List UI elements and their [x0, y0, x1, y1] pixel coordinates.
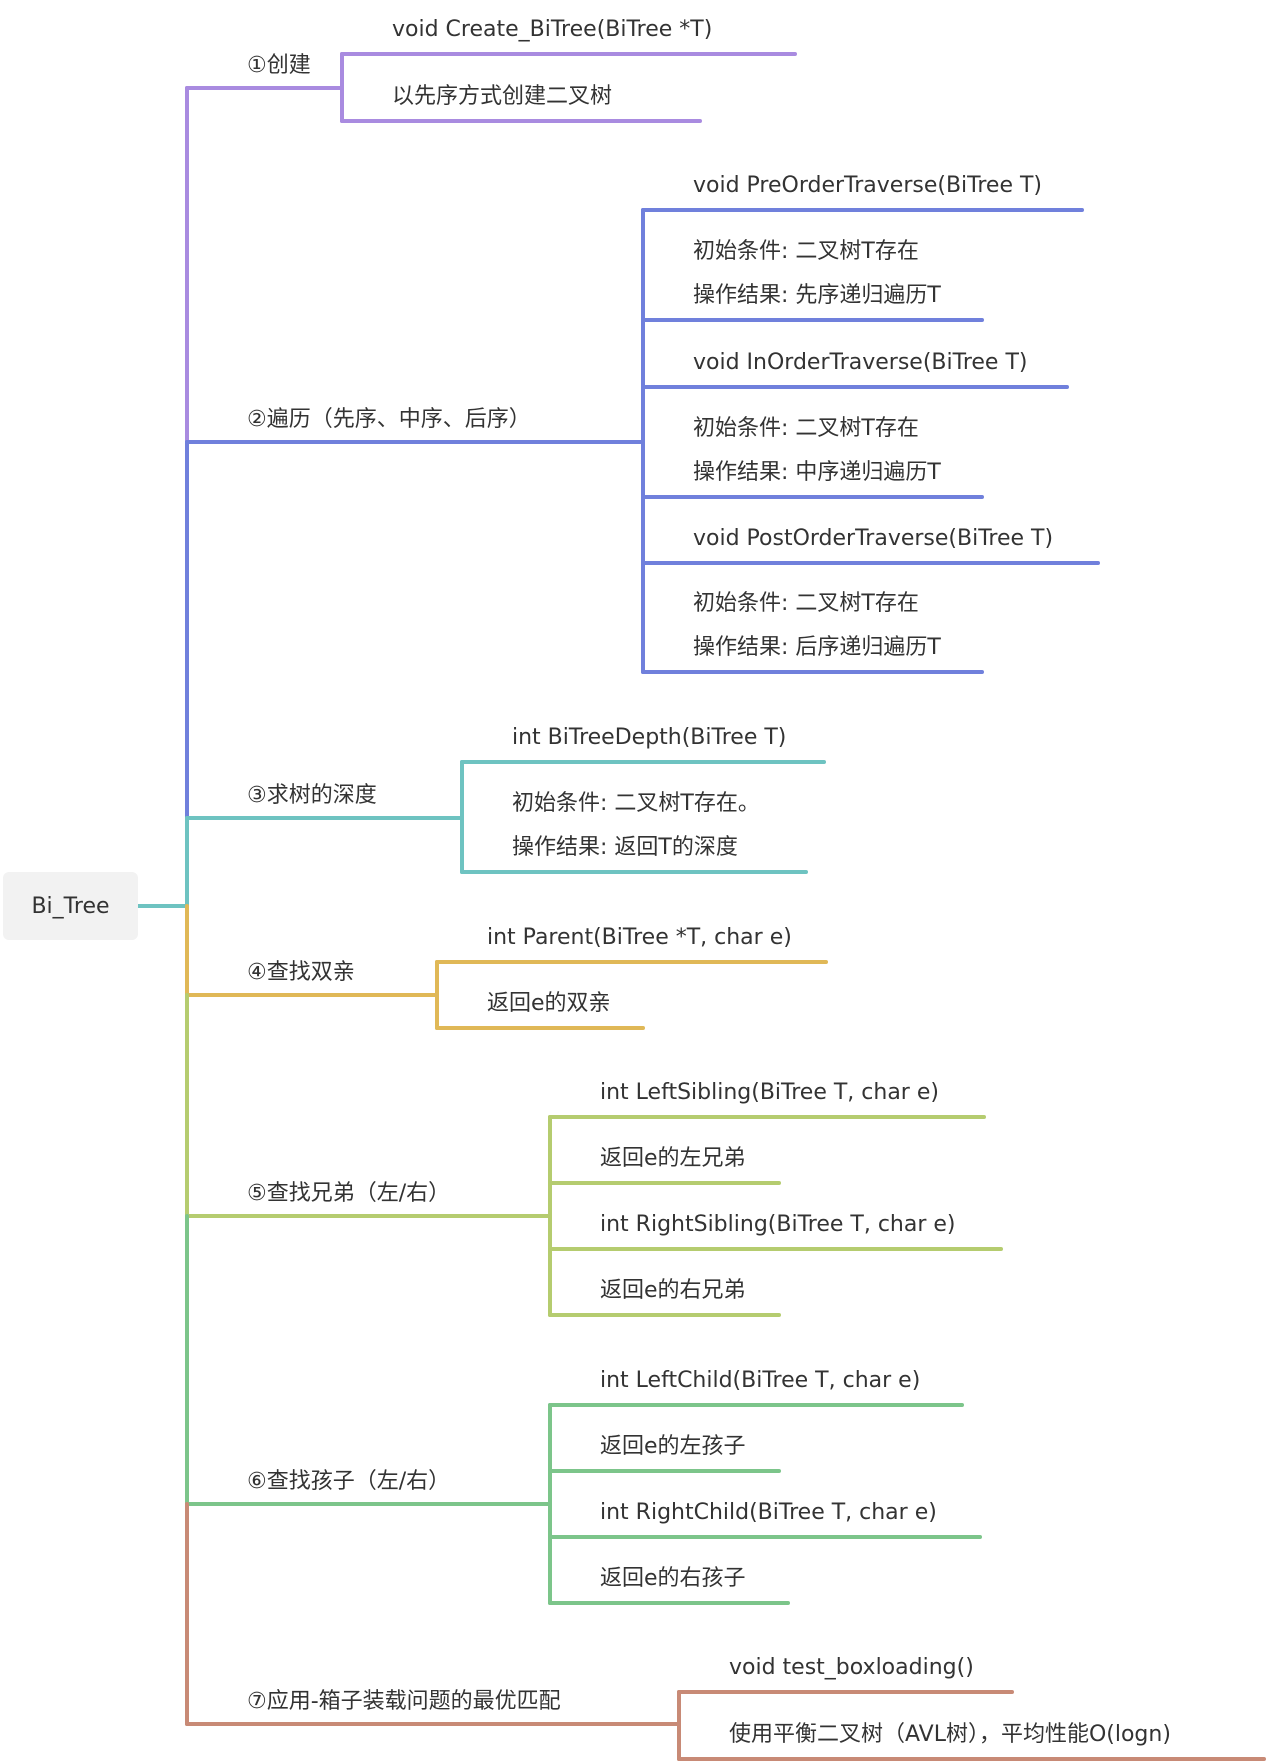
root-node[interactable]: Bi_Tree [3, 872, 138, 940]
branch-label[interactable]: ⑦应用-箱子装载问题的最优匹配 [247, 1688, 561, 1716]
leaf-node-text[interactable]: int LeftSibling(BiTree T, char e) [600, 1071, 939, 1115]
leaf-node-text[interactable]: 以先序方式创建二叉树 [392, 75, 612, 119]
branch-label[interactable]: ②遍历（先序、中序、后序） [247, 406, 531, 434]
branch-label[interactable]: ④查找双亲 [247, 959, 355, 987]
leaf-node-text[interactable]: 返回e的右兄弟 [600, 1269, 746, 1313]
leaf-node-text[interactable]: void Create_BiTree(BiTree *T) [392, 8, 712, 52]
leaf-node-text[interactable]: int RightChild(BiTree T, char e) [600, 1491, 937, 1535]
leaf-node-text[interactable]: void PreOrderTraverse(BiTree T) [693, 164, 1042, 208]
leaf-node-text[interactable]: 操作结果: 中序递归遍历T [693, 451, 941, 495]
leaf-node-text[interactable]: void PostOrderTraverse(BiTree T) [693, 517, 1053, 561]
leaf-node-text[interactable]: 使用平衡二叉树（AVL树），平均性能O(logn) [729, 1713, 1171, 1757]
leaf-node-text[interactable]: 初始条件: 二叉树T存在 [693, 230, 919, 274]
branch-label[interactable]: ⑥查找孩子（左/右） [247, 1468, 450, 1496]
branch-label[interactable]: ③求树的深度 [247, 782, 377, 810]
leaf-node-text[interactable]: int LeftChild(BiTree T, char e) [600, 1359, 920, 1403]
leaf-node-text[interactable]: void test_boxloading() [729, 1646, 974, 1690]
leaf-node-text[interactable]: int Parent(BiTree *T, char e) [487, 916, 792, 960]
leaf-node-text[interactable]: int RightSibling(BiTree T, char e) [600, 1203, 956, 1247]
leaf-node-text[interactable]: 操作结果: 先序递归遍历T [693, 274, 941, 318]
branch-label[interactable]: ①创建 [247, 52, 311, 80]
branch-label[interactable]: ⑤查找兄弟（左/右） [247, 1180, 450, 1208]
leaf-node-text[interactable]: 初始条件: 二叉树T存在。 [512, 782, 760, 826]
leaf-node-text[interactable]: 返回e的双亲 [487, 982, 611, 1026]
leaf-node-text[interactable]: 返回e的左兄弟 [600, 1137, 746, 1181]
leaf-node-text[interactable]: 返回e的左孩子 [600, 1425, 746, 1469]
leaf-node-text[interactable]: 返回e的右孩子 [600, 1557, 746, 1601]
root-node-label: Bi_Tree [31, 893, 110, 919]
leaf-node-text[interactable]: 初始条件: 二叉树T存在 [693, 582, 919, 626]
leaf-node-text[interactable]: 操作结果: 后序递归遍历T [693, 626, 941, 670]
leaf-node-text[interactable]: int BiTreeDepth(BiTree T) [512, 716, 786, 760]
leaf-node-text[interactable]: 操作结果: 返回T的深度 [512, 826, 738, 870]
leaf-node-text[interactable]: 初始条件: 二叉树T存在 [693, 407, 919, 451]
leaf-node-text[interactable]: void InOrderTraverse(BiTree T) [693, 341, 1027, 385]
